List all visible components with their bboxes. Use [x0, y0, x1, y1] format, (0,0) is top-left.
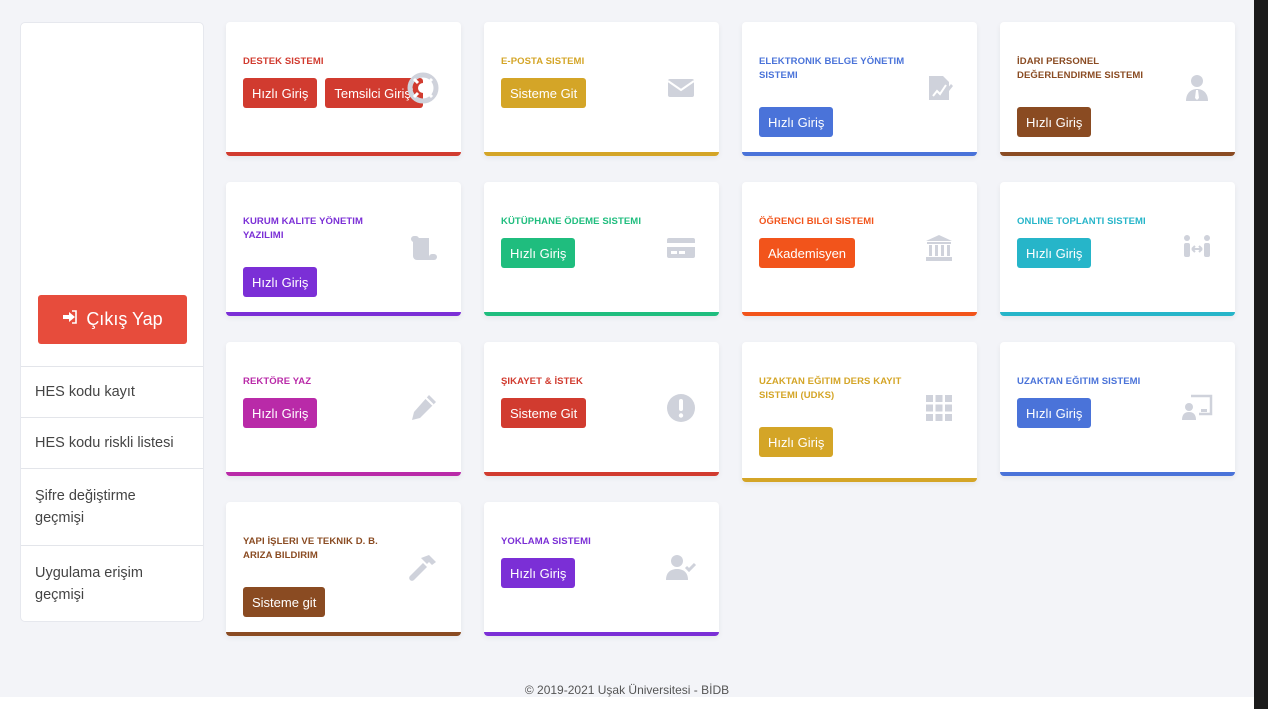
card-button-group: Hızlı Giriş — [759, 427, 834, 457]
card-action-button[interactable]: Akademisyen — [759, 238, 856, 268]
university-icon — [923, 232, 955, 264]
pencil-icon — [407, 392, 439, 424]
card-title: ONLINE TOPLANTI SISTEMI — [1017, 216, 1146, 227]
scroll-icon — [407, 232, 439, 264]
card-title: REKTÖRE YAZ — [243, 376, 312, 387]
card-1: DESTEK SISTEMI Hızlı Giriş Temsilci Girişi — [226, 22, 461, 156]
card-11: UZAKTAN EĞITIM DERS KAYIT SISTEMI (UDKS)… — [742, 342, 977, 482]
card-action-button[interactable]: Sisteme Git — [501, 398, 587, 428]
card-button-group: Sisteme Git — [501, 78, 587, 108]
card-button-group: Akademisyen — [759, 238, 856, 268]
card-button-group: Sisteme git — [243, 587, 326, 617]
card-action-button[interactable]: Hızlı Giriş — [1017, 398, 1092, 428]
signature-icon — [923, 72, 955, 104]
sidebar-item-hes-riskli[interactable]: HES kodu riskli listesi — [21, 417, 203, 468]
card-8: ONLINE TOPLANTI SISTEMI Hızlı Giriş — [1000, 182, 1235, 316]
sidebar-menu: HES kodu kayıt HES kodu riskli listesi Ş… — [21, 366, 203, 622]
user-check-icon — [665, 552, 697, 584]
card-12: UZAKTAN EĞITIM SISTEMI Hızlı Giriş — [1000, 342, 1235, 476]
card-action-button[interactable]: Sisteme Git — [501, 78, 587, 108]
card-action-button[interactable]: Sisteme git — [243, 587, 326, 617]
chalkboard-teacher-icon — [1181, 392, 1213, 424]
window-edge — [1254, 0, 1268, 709]
card-title: İDARI PERSONEL DEĞERLENDIRME SISTEMI — [1017, 56, 1144, 81]
card-action-button[interactable]: Hızlı Giriş — [501, 238, 576, 268]
lifebuoy-icon — [407, 72, 439, 104]
sidebar-item-erisim-gecmisi[interactable]: Uygulama erişim geçmişi — [21, 545, 203, 622]
logout-label: Çıkış Yap — [86, 309, 163, 329]
card-title: UZAKTAN EĞITIM DERS KAYIT SISTEMI (UDKS) — [759, 376, 902, 401]
card-10: ŞIKAYET & İSTEK Sisteme Git — [484, 342, 719, 476]
footer-copyright: © 2019-2021 Uşak Üniversitesi - BİDB — [524, 683, 730, 697]
card-button-group: Hızlı Giriş Temsilci Girişi — [243, 78, 423, 108]
bottom-strip — [0, 697, 1254, 709]
sidebar-item-hes-kayit[interactable]: HES kodu kayıt — [21, 366, 203, 417]
card-action-button[interactable]: Hızlı Giriş — [1017, 107, 1092, 137]
card-button-group: Hızlı Giriş — [1017, 107, 1092, 137]
card-action-button[interactable]: Hızlı Giriş — [759, 427, 834, 457]
card-2: E-POSTA SISTEMI Sisteme Git — [484, 22, 719, 156]
card-button-group: Hızlı Giriş — [501, 558, 576, 588]
sidebar-item-sifre-gecmisi[interactable]: Şifre değiştirme geçmişi — [21, 468, 203, 545]
card-4: İDARI PERSONEL DEĞERLENDIRME SISTEMI Hızl… — [1000, 22, 1235, 156]
card-title: ÖĞRENCI BILGI SISTEMI — [759, 216, 875, 227]
card-button-group: Hızlı Giriş — [759, 107, 834, 137]
card-7: ÖĞRENCI BILGI SISTEMI Akademisyen — [742, 182, 977, 316]
card-title: ŞIKAYET & İSTEK — [501, 376, 583, 387]
card-title: YAPI İŞLERI VE TEKNIK D. B. ARIZA BILDIR… — [243, 536, 378, 561]
card-button-group: Sisteme Git — [501, 398, 587, 428]
card-title: ELEKTRONIK BELGE YÖNETIM SISTEMI — [759, 56, 905, 81]
people-arrows-icon — [1181, 232, 1213, 264]
card-action-button[interactable]: Hızlı Giriş — [243, 78, 318, 108]
card-action-button[interactable]: Hızlı Giriş — [759, 107, 834, 137]
card-13: YAPI İŞLERI VE TEKNIK D. B. ARIZA BILDIR… — [226, 502, 461, 636]
card-3: ELEKTRONIK BELGE YÖNETIM SISTEMI Hızlı Gi… — [742, 22, 977, 156]
envelope-icon — [665, 72, 697, 104]
logout-button[interactable]: Çıkış Yap — [38, 295, 187, 344]
card-action-button[interactable]: Hızlı Giriş — [243, 398, 318, 428]
card-6: KÜTÜPHANE ÖDEME SISTEMI Hızlı Giriş — [484, 182, 719, 316]
sidebar: Çıkış Yap HES kodu kayıt HES kodu riskli… — [20, 22, 204, 622]
card-action-button[interactable]: Hızlı Giriş — [501, 558, 576, 588]
credit-card-icon — [665, 232, 697, 264]
page: Çıkış Yap HES kodu kayıt HES kodu riskli… — [0, 0, 1268, 709]
card-button-group: Hızlı Giriş — [243, 267, 318, 297]
user-tie-icon — [1181, 72, 1213, 104]
sign-out-icon — [62, 309, 78, 330]
card-title: YOKLAMA SISTEMI — [501, 536, 591, 547]
card-title: UZAKTAN EĞITIM SISTEMI — [1017, 376, 1141, 387]
card-button-group: Hızlı Giriş — [1017, 398, 1092, 428]
card-5: KURUM KALITE YÖNETIM YAZILIMI Hızlı Giriş — [226, 182, 461, 316]
card-title: DESTEK SISTEMI — [243, 56, 324, 67]
card-button-group: Hızlı Giriş — [501, 238, 576, 268]
card-title: KURUM KALITE YÖNETIM YAZILIMI — [243, 216, 364, 241]
card-title: KÜTÜPHANE ÖDEME SISTEMI — [501, 216, 642, 227]
card-action-button[interactable]: Hızlı Giriş — [1017, 238, 1092, 268]
card-title: E-POSTA SISTEMI — [501, 56, 585, 67]
card-action-button[interactable]: Hızlı Giriş — [243, 267, 318, 297]
grid-icon — [923, 392, 955, 424]
exclamation-icon — [665, 392, 697, 424]
hammer-icon — [407, 552, 439, 584]
card-button-group: Hızlı Giriş — [1017, 238, 1092, 268]
card-14: YOKLAMA SISTEMI Hızlı Giriş — [484, 502, 719, 636]
card-button-group: Hızlı Giriş — [243, 398, 318, 428]
card-9: REKTÖRE YAZ Hızlı Giriş — [226, 342, 461, 476]
